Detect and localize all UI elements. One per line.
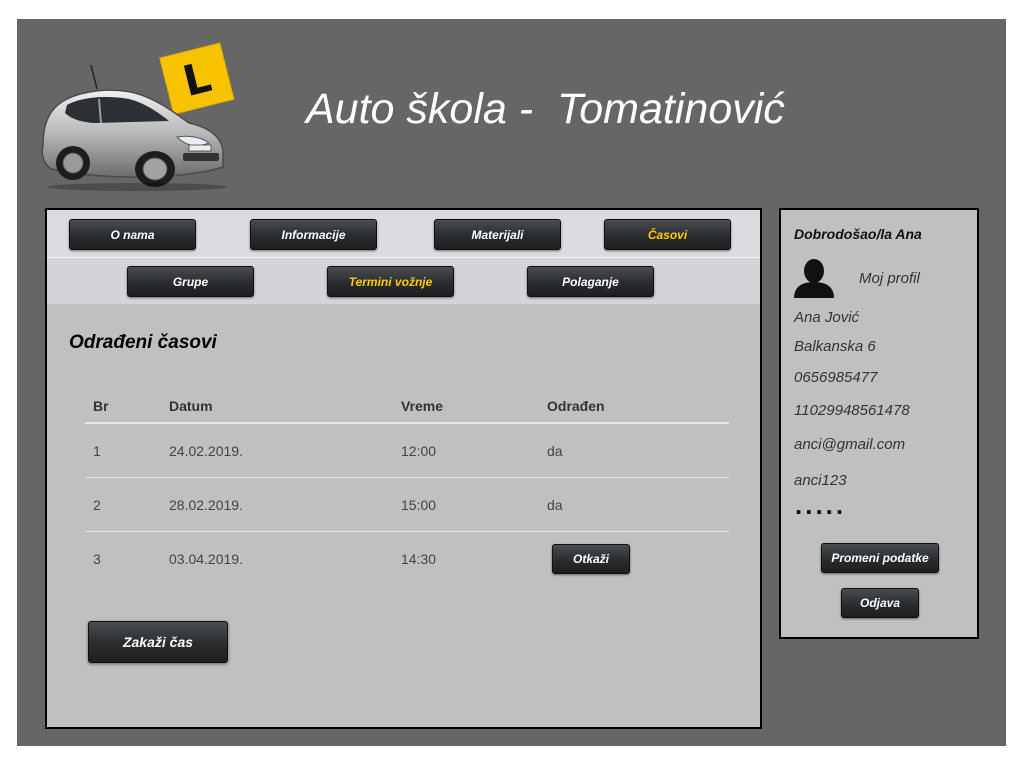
table-row: 3 03.04.2019. 14:30 Otkaži bbox=[85, 532, 729, 586]
nav-grupe-button[interactable]: Grupe bbox=[127, 266, 254, 297]
row-time: 15:00 bbox=[401, 496, 437, 513]
table-header: Br Datum Vreme Odrađen bbox=[85, 380, 729, 424]
book-lesson-button[interactable]: Zakaži čas bbox=[88, 621, 228, 663]
profile-sidebar: Dobrodošao/la Ana Moj profil Ana Jović B… bbox=[779, 208, 979, 639]
row-completed: da bbox=[547, 442, 563, 459]
lessons-table: Br Datum Vreme Odrađen 1 24.02.2019. 12:… bbox=[85, 380, 729, 586]
column-header-datum: Datum bbox=[169, 398, 213, 414]
user-icon bbox=[794, 259, 834, 298]
main-panel: O nama Informacije Materijali Časovi Gru… bbox=[45, 208, 762, 729]
nav-polaganje-button[interactable]: Polaganje bbox=[527, 266, 654, 297]
row-time: 12:00 bbox=[401, 442, 437, 459]
my-profile-link[interactable]: Moj profil bbox=[859, 270, 920, 287]
row-number: 2 bbox=[93, 496, 101, 513]
row-time: 14:30 bbox=[401, 551, 437, 567]
column-header-br: Br bbox=[93, 398, 109, 414]
table-row: 1 24.02.2019. 12:00 da bbox=[85, 424, 729, 478]
column-header-odradjen: Odrađen bbox=[547, 398, 605, 414]
row-date: 28.02.2019. bbox=[169, 496, 243, 513]
logout-button[interactable]: Odjava bbox=[841, 588, 919, 618]
car-logo-icon: L bbox=[41, 42, 235, 191]
cancel-lesson-button[interactable]: Otkaži bbox=[552, 544, 630, 574]
nav-row-secondary: Grupe Termini vožnje Polaganje bbox=[47, 257, 760, 304]
site-title: Auto škola - Tomatinović bbox=[306, 85, 785, 133]
nav-informacije-button[interactable]: Informacije bbox=[250, 219, 377, 250]
table-row: 2 28.02.2019. 15:00 da bbox=[85, 478, 729, 532]
user-email: anci@gmail.com bbox=[794, 436, 906, 453]
user-phone: 0656985477 bbox=[794, 369, 878, 386]
welcome-text: Dobrodošao/la Ana bbox=[794, 226, 922, 242]
row-number: 3 bbox=[93, 551, 101, 567]
column-header-vreme: Vreme bbox=[401, 398, 444, 414]
nav-termini-voznje-button[interactable]: Termini vožnje bbox=[327, 266, 454, 297]
row-date: 24.02.2019. bbox=[169, 442, 243, 459]
edit-profile-button[interactable]: Promeni podatke bbox=[821, 543, 939, 573]
nav-materijali-button[interactable]: Materijali bbox=[434, 219, 561, 250]
page-frame: L Auto škola - Tomatinović O nama Inform… bbox=[17, 19, 1006, 746]
user-jmbg: 11029948561478 bbox=[794, 402, 910, 419]
nav-casovi-button[interactable]: Časovi bbox=[604, 219, 731, 250]
nav-row-primary: O nama Informacije Materijali Časovi bbox=[47, 210, 760, 257]
user-full-name: Ana Jović bbox=[794, 309, 860, 326]
row-completed: da bbox=[547, 496, 563, 513]
user-username: anci123 bbox=[794, 472, 847, 489]
row-number: 1 bbox=[93, 442, 101, 459]
password-mask: ..... bbox=[795, 490, 847, 520]
nav-o-nama-button[interactable]: O nama bbox=[69, 219, 196, 250]
row-date: 03.04.2019. bbox=[169, 551, 243, 567]
user-address: Balkanska 6 bbox=[794, 338, 876, 355]
section-title: Odrađeni časovi bbox=[69, 332, 217, 353]
